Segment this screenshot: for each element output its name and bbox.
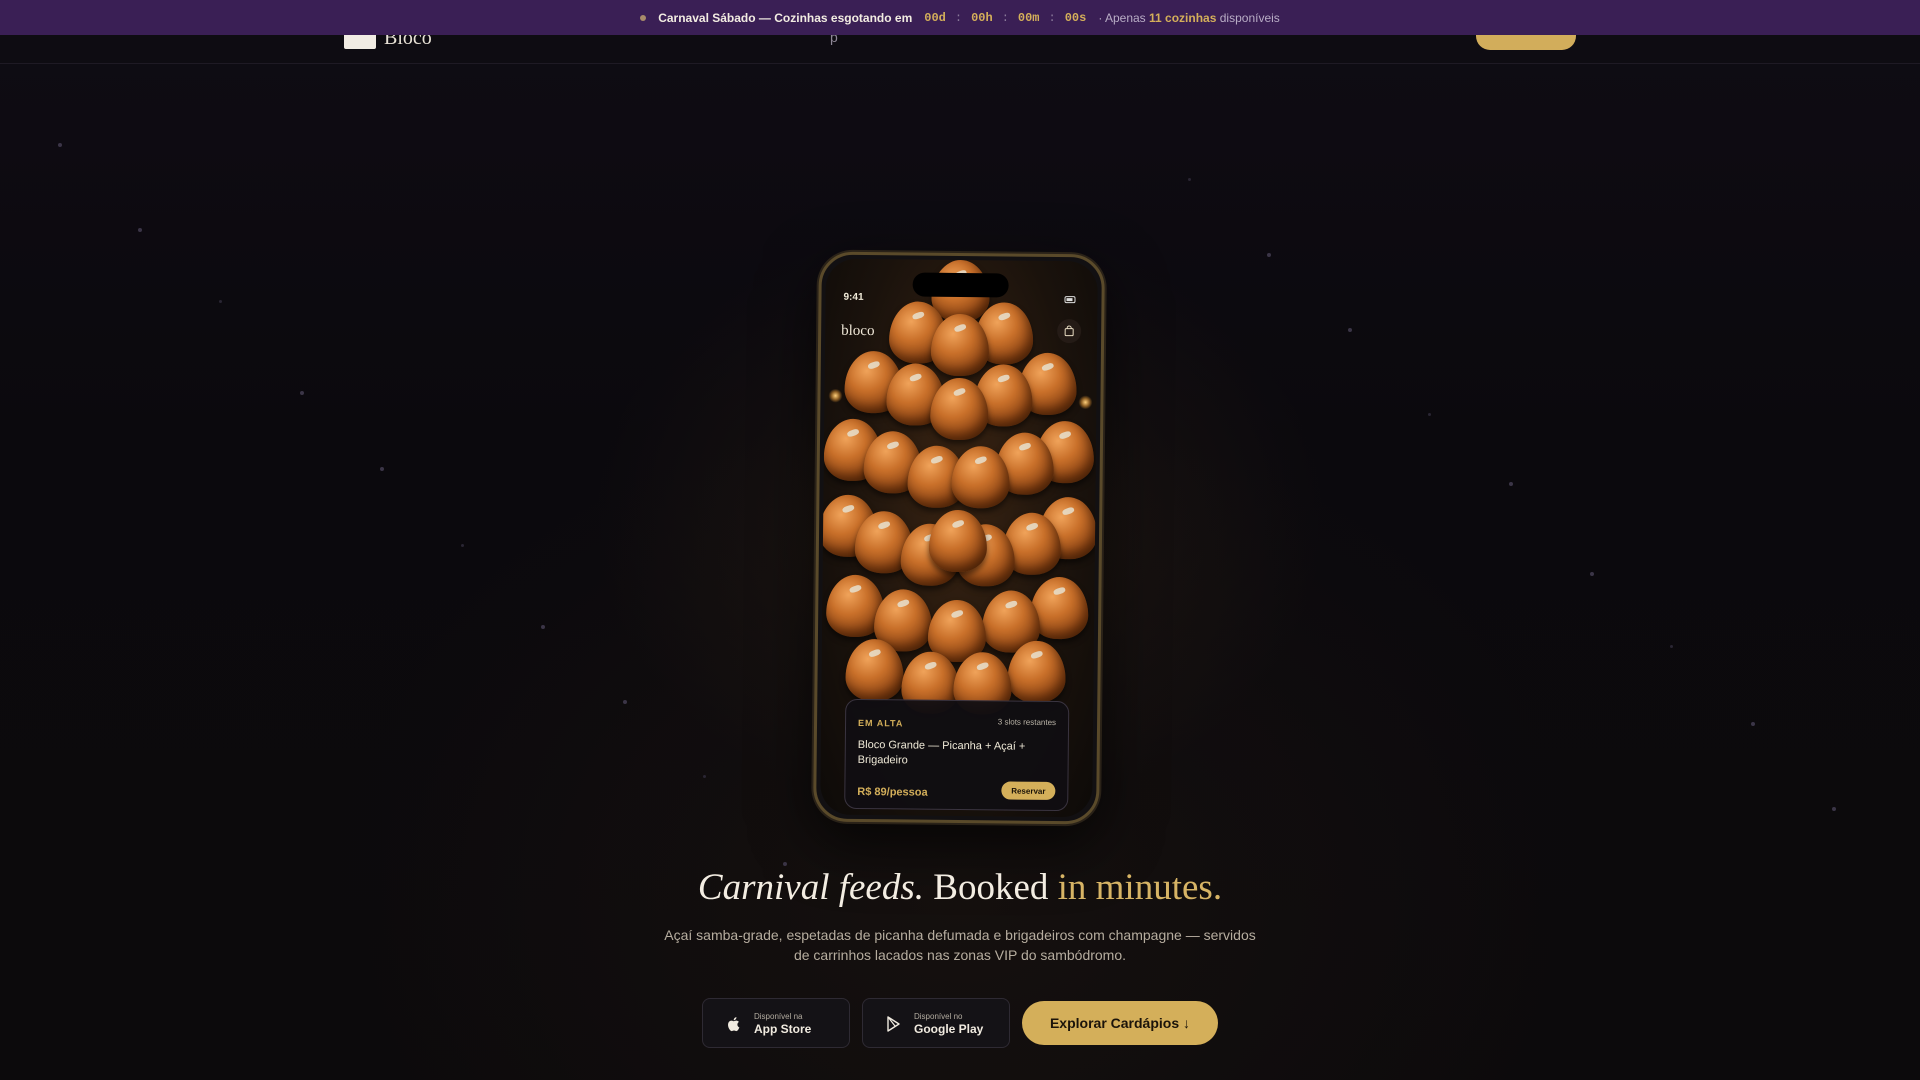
battery-icon <box>1064 296 1076 304</box>
star-decoration <box>1670 645 1673 648</box>
star-decoration <box>1590 572 1594 576</box>
top-nav: Bloco p <box>0 27 1920 64</box>
card-tag: EM ALTA <box>858 717 904 729</box>
app-store-small-label: Disponível na <box>754 1012 803 1021</box>
coxinha <box>1007 640 1066 704</box>
google-play-small-label: Disponível no <box>914 1012 963 1021</box>
hero-headline: Carnival feeds. Booked in minutes. <box>0 866 1920 909</box>
availability-text: · Apenas 11 cozinhas disponíveis <box>1098 11 1279 25</box>
phone-mockup: 9:41 bloco EM ALTA 3 slots restantes Blo… <box>813 251 1105 825</box>
countdown-seconds: 00s <box>1064 10 1087 25</box>
reserve-button[interactable]: Reservar <box>1001 781 1056 801</box>
countdown-minutes: 00m <box>1017 10 1040 25</box>
explore-menus-button[interactable]: Explorar Cardápios ↓ <box>1022 1001 1218 1045</box>
star-decoration <box>138 228 142 232</box>
app-store-button[interactable]: Disponível na App Store <box>702 998 850 1048</box>
star-decoration <box>1348 328 1352 332</box>
availability-prefix: · Apenas <box>1098 10 1146 25</box>
hero-subtitle: Açaí samba-grade, espetadas de picanha d… <box>664 927 1256 963</box>
countdown-hours: 00h <box>971 10 993 25</box>
star-decoration <box>1188 178 1191 181</box>
status-time: 9:41 <box>843 291 864 303</box>
live-dot-icon <box>640 14 647 21</box>
coxinha <box>928 509 988 573</box>
card-slots: 3 slots restantes <box>997 717 1057 728</box>
phone-app-name: bloco <box>841 322 875 340</box>
logo-icon[interactable] <box>344 35 376 49</box>
nav-cta-button[interactable] <box>1476 35 1576 50</box>
star-decoration <box>380 467 384 471</box>
dynamic-island <box>912 272 1009 298</box>
star-decoration <box>1832 807 1836 811</box>
star-decoration <box>461 544 464 547</box>
trending-card: EM ALTA 3 slots restantes Bloco Grande —… <box>844 698 1070 812</box>
star-decoration <box>1509 482 1513 486</box>
phone-screen: 9:41 bloco EM ALTA 3 slots restantes Blo… <box>820 258 1098 818</box>
bag-icon[interactable] <box>1057 319 1082 344</box>
card-price: R$ 89/pessoa <box>857 785 928 799</box>
availability-count: 11 cozinhas <box>1149 10 1217 25</box>
star-decoration <box>300 391 304 395</box>
google-play-icon <box>887 1016 900 1032</box>
star-decoration <box>1751 722 1755 726</box>
banner-event-text: Carnaval Sábado — Cozinhas esgotando em <box>658 10 913 25</box>
promo-banner: Carnaval Sábado — Cozinhas esgotando em … <box>0 0 1920 35</box>
star-decoration <box>703 775 706 778</box>
countdown-separator: : <box>1001 10 1009 25</box>
headline-italic: Carnival feeds. <box>697 867 925 908</box>
availability-suffix: disponíveis <box>1219 10 1280 25</box>
app-store-label: App Store <box>754 1022 812 1036</box>
star-decoration <box>1428 413 1431 416</box>
star-decoration <box>58 143 62 147</box>
star-decoration <box>1267 253 1271 257</box>
headline-gold: in minutes. <box>1057 867 1223 908</box>
google-play-label: Google Play <box>914 1022 984 1036</box>
star-decoration <box>541 625 545 629</box>
countdown-days: 00d <box>924 10 946 25</box>
countdown-separator: : <box>954 10 963 25</box>
headline-plain: Booked <box>933 867 1049 908</box>
star-decoration <box>219 300 222 303</box>
card-title: Bloco Grande — Picanha + Açaí + Brigadei… <box>857 738 1026 767</box>
apple-icon <box>728 1017 740 1032</box>
google-play-button[interactable]: Disponível no Google Play <box>862 998 1010 1048</box>
star-decoration <box>623 700 627 704</box>
countdown-separator: : <box>1048 10 1056 25</box>
